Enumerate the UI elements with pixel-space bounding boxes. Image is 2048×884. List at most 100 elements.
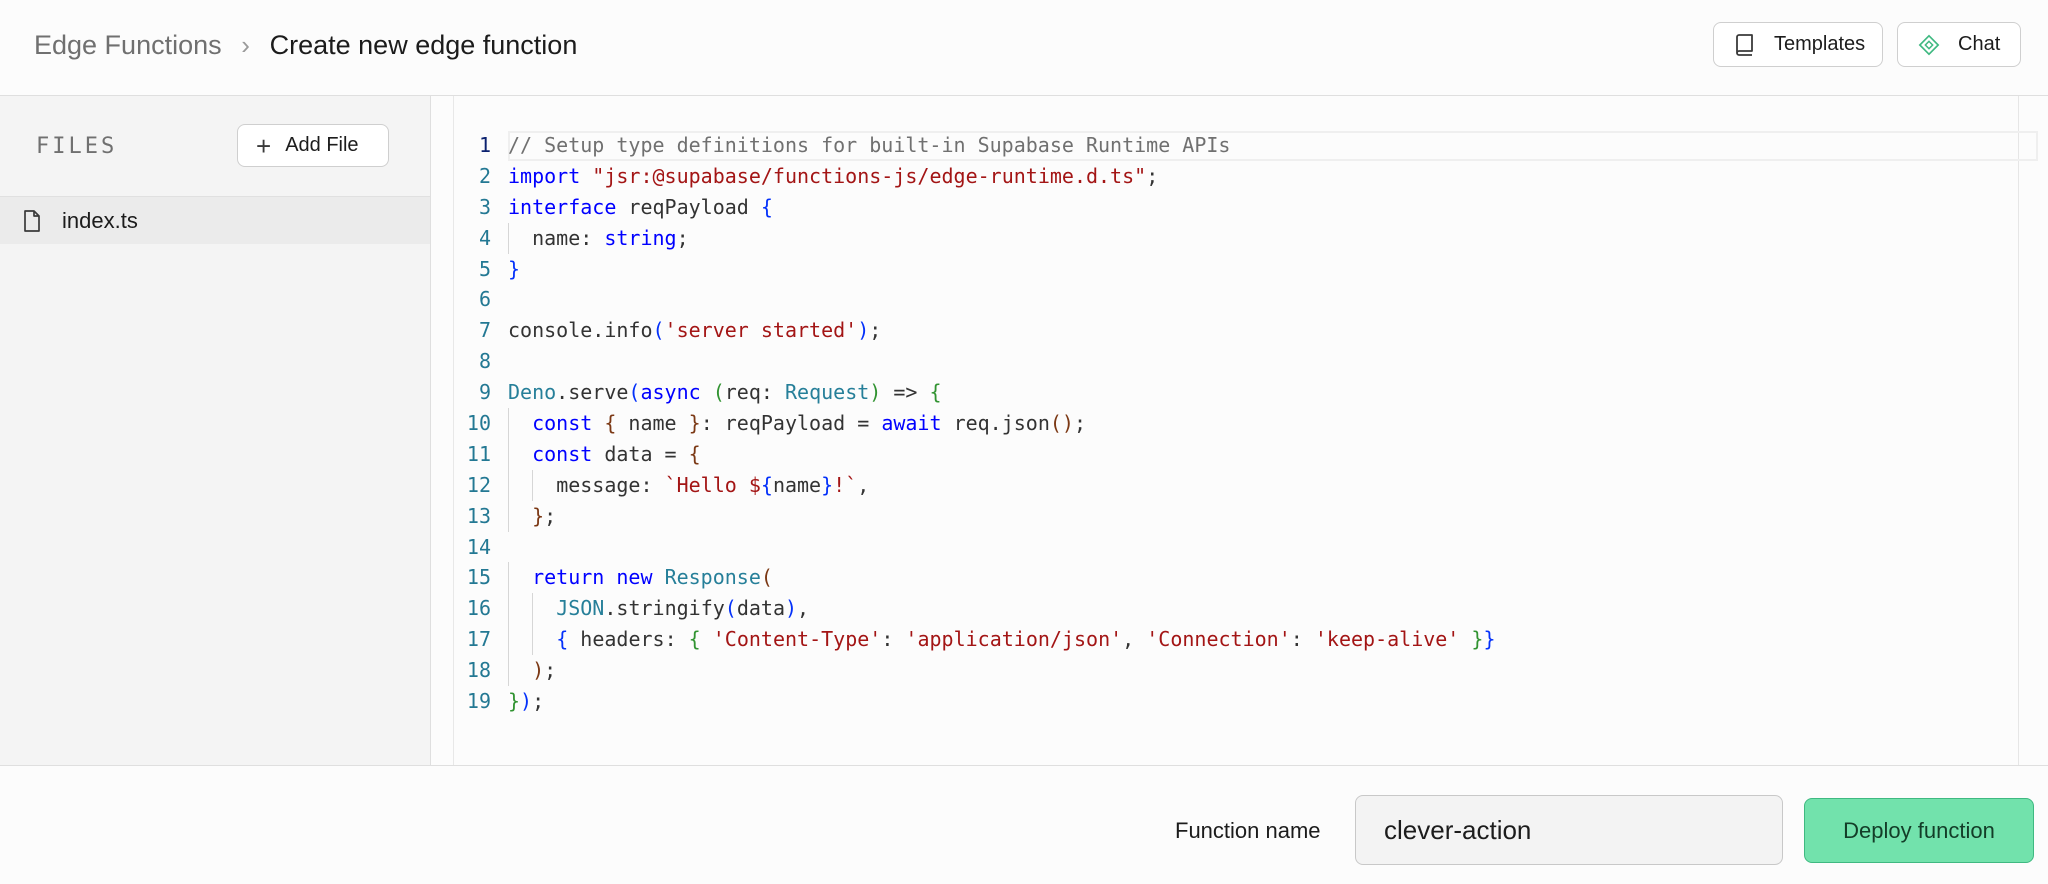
code-text: } [508,254,520,285]
code-token: : [1290,627,1315,652]
code-token: name: [532,225,605,250]
code-token: { [760,194,773,219]
breadcrumb: Edge Functions › Create new edge functio… [34,26,577,64]
page-title: Create new edge function [269,29,578,60]
code-token: Deno [508,380,557,405]
code-token: const [532,441,605,466]
code-token: { [688,441,701,466]
code-token: reqPayload [628,194,761,219]
code-token: !` [833,472,858,497]
line-number: 17 [466,627,491,652]
file-item-index-ts[interactable]: index.ts [0,197,430,244]
line-number: 16 [466,596,491,621]
code-token: } [821,472,834,497]
indent-guide [508,438,533,470]
code-token: console.info [508,318,653,343]
code-token: { [556,627,569,652]
indent-guide [532,624,557,656]
code-token: .serve [556,380,629,405]
code-token: ( [760,565,773,590]
code-text: Deno.serve(async (req: Request) => { [508,377,942,408]
code-token: Request [784,380,870,405]
code-token: import [508,163,593,188]
code-token: { [604,411,617,436]
code-text: JSON.stringify(data), [508,593,809,625]
code-token: string [604,225,677,250]
code-token: return [532,565,617,590]
files-header: FILES + Add File [0,96,430,197]
templates-button[interactable]: Templates [1713,22,1883,67]
code-token: 'Connection' [1146,627,1291,652]
code-token: ) [869,380,882,405]
code-token: message: [556,472,665,497]
file-icon [22,209,42,232]
code-token: { [688,627,701,652]
function-name-label: Function name [1175,818,1321,843]
indent-guide [508,469,533,501]
code-text: return new Response( [508,562,773,594]
breadcrumb-edge-functions-link[interactable]: Edge Functions [34,30,222,61]
editor-scrollbar[interactable] [2018,96,2048,765]
code-token: req.json [953,411,1050,436]
line-number: 19 [466,689,491,714]
code-token: ( [712,380,725,405]
deploy-footer: Function name Deploy function [0,765,2048,884]
code-token: } [508,256,521,281]
chevron-right-icon: › [241,29,250,60]
code-token: 'server started' [664,318,858,343]
indent-guide [508,500,533,532]
files-title: FILES [36,134,118,159]
diamond-icon [1918,34,1940,56]
code-token: ( [652,318,665,343]
code-token: : [881,627,906,652]
code-token: headers: [568,627,689,652]
code-token: name [616,411,689,436]
code-token: ) [785,596,798,621]
line-number: 11 [466,441,491,466]
templates-label: Templates [1774,33,1866,55]
line-number: 1 [478,133,491,157]
indent-guide [508,624,533,656]
code-text: import "jsr:@supabase/functions-js/edge-… [508,161,1158,192]
code-text: const { name }: reqPayload = await req.j… [508,408,1086,439]
line-number: 7 [478,318,491,343]
plus-icon: + [256,130,272,161]
file-name: index.ts [62,207,138,233]
code-token: data = [604,441,689,466]
function-name-input[interactable] [1355,795,1783,865]
code-token: const [532,411,605,436]
line-number: 18 [466,658,491,683]
code-token: ; [676,225,689,250]
code-token: await [881,411,954,436]
code-token: { [929,380,942,405]
code-token: ( [628,380,641,405]
code-text: console.info('server started'); [508,315,881,346]
code-token: async [640,380,713,405]
code-token: ( [724,596,737,621]
code-text: name: string; [508,222,689,254]
add-file-button[interactable]: + Add File [237,124,389,167]
code-token: new [616,565,665,590]
code-token: ; [1073,411,1087,436]
code-token: JSON [556,596,605,621]
code-token: "jsr:@supabase/functions-js/edge-runtime… [592,163,1147,188]
chat-label: Chat [1958,33,2001,55]
indent-guide [532,469,557,501]
chat-button[interactable]: Chat [1897,22,2021,67]
code-token: () [1049,411,1074,436]
line-number: 5 [478,256,491,281]
add-file-label: Add File [285,134,359,156]
code-token: : reqPayload = [700,411,882,436]
line-number: 10 [466,411,491,436]
line-number: 15 [466,565,491,590]
code-text: }; [508,500,556,532]
deploy-function-button[interactable]: Deploy function [1804,798,2034,863]
code-token: // Setup type definitions for built-in S… [508,133,1231,157]
line-number: 13 [466,503,491,528]
top-header: Edge Functions › Create new edge functio… [0,0,2048,96]
code-token: 'Content-Type' [712,627,882,652]
line-number: 6 [478,287,491,312]
code-text: const data = { [508,438,701,470]
code-token: name [772,472,822,497]
